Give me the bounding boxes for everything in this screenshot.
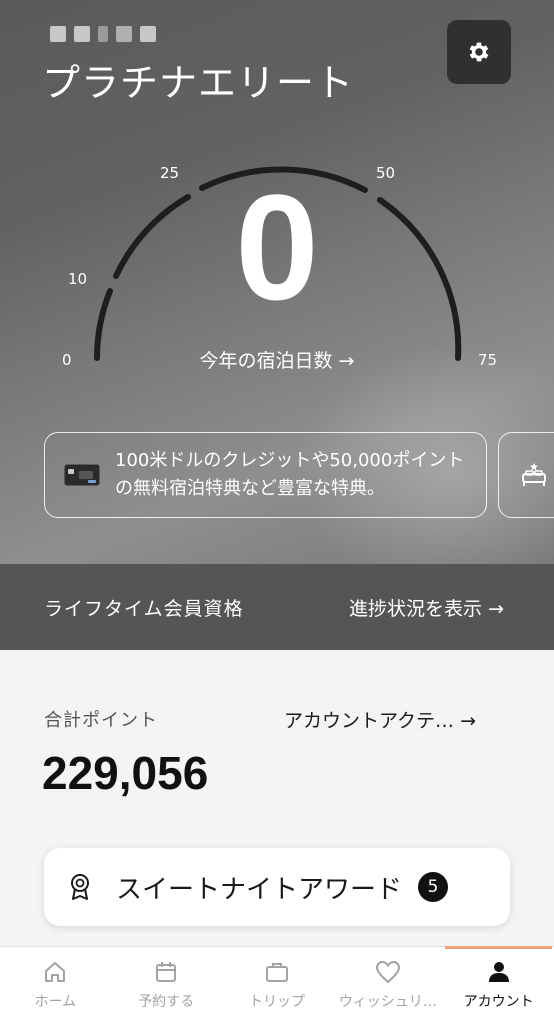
suite-night-award-label: スイートナイトアワード (116, 874, 403, 905)
points-section: 合計ポイント アカウントアクテ… → 229,056 スイートナイトアワード 5 (0, 650, 554, 946)
total-points-value: 229,056 (42, 747, 209, 799)
benefit-text: 100米ドルのクレジットや50,000ポイントの無料宿泊特典など豊富な特典。 (115, 450, 465, 499)
heart-icon (375, 960, 400, 984)
home-icon (45, 962, 66, 982)
suite-night-award-button[interactable]: スイートナイトアワード 5 (44, 848, 510, 926)
tab-wishlist-label: ウィッシュリ… (338, 994, 437, 1010)
award-count-badge: 5 (418, 872, 449, 902)
nights-count: 0 (235, 163, 319, 331)
tab-home[interactable]: ホーム (0, 947, 111, 1024)
nights-this-year-link[interactable]: 今年の宿泊日数 → (0, 346, 554, 373)
tab-wishlist[interactable]: ウィッシュリ… (332, 947, 443, 1024)
bed-star-icon (522, 463, 546, 486)
gear-icon (469, 42, 489, 62)
settings-button[interactable] (447, 20, 511, 84)
account-activity-link[interactable]: アカウントアクテ… → (284, 706, 476, 733)
view-progress-link[interactable]: 進捗状況を表示 → (349, 594, 504, 621)
lifetime-status-bar: ライフタイム会員資格 進捗状況を表示 → (0, 564, 554, 650)
tab-account-label: アカウント (463, 994, 534, 1010)
credit-card-icon (63, 463, 101, 487)
calendar-icon (156, 962, 177, 982)
tab-trips-label: トリップ (248, 994, 305, 1010)
hero-panel: プラチナエリート 0 10 25 50 75 0 今年の宿泊日数 → 100米ド… (0, 0, 554, 564)
tab-account[interactable]: アカウント (443, 946, 554, 1024)
tab-book[interactable]: 予約する (111, 947, 222, 1024)
tab-trips[interactable]: トリップ (222, 947, 333, 1024)
bottom-tab-bar: ホーム 予約する トリップ ウィッシュリ… アカウント (0, 946, 554, 1024)
total-points-label: 合計ポイント (44, 710, 158, 731)
member-name-redacted (50, 26, 156, 42)
tab-home-label: ホーム (34, 994, 77, 1010)
briefcase-icon (265, 963, 288, 982)
tab-book-label: 予約する (138, 994, 195, 1010)
tier-title: プラチナエリート (42, 61, 355, 105)
lifetime-membership-label: ライフタイム会員資格 (44, 597, 244, 620)
benefit-card-credit[interactable]: 100米ドルのクレジットや50,000ポイントの無料宿泊特典など豊富な特典。 (44, 432, 487, 518)
award-ribbon-icon (71, 874, 89, 900)
person-icon (488, 962, 509, 982)
benefit-card-room[interactable] (498, 432, 554, 518)
